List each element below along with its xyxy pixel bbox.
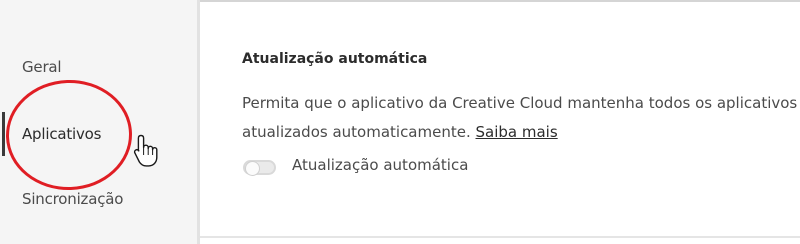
learn-more-link[interactable]: Saiba mais — [476, 123, 558, 141]
description-line-2-text: atualizados automaticamente. — [242, 123, 471, 141]
toggle-label: Atualização automática — [292, 156, 469, 174]
toggle-knob — [245, 161, 260, 176]
hand-pointer-icon — [133, 134, 158, 167]
description-line-1: Permita que o aplicativo da Creative Clo… — [242, 94, 798, 112]
settings-panel: Atualização automática Permita que o apl… — [200, 0, 800, 244]
active-indicator — [2, 112, 5, 156]
sidebar-item-sincronizacao[interactable]: Sincronização — [22, 190, 123, 208]
description-line-2: atualizados automaticamente. Saiba mais — [242, 118, 800, 147]
auto-update-toggle[interactable] — [243, 160, 276, 176]
section-title: Atualização automática — [242, 51, 428, 67]
section-divider — [200, 236, 800, 238]
sidebar-item-geral[interactable]: Geral — [22, 58, 62, 76]
section-description: Permita que o aplicativo da Creative Clo… — [242, 89, 800, 147]
preferences-window: Geral Aplicativos Sincronização Atualiza… — [0, 0, 800, 244]
